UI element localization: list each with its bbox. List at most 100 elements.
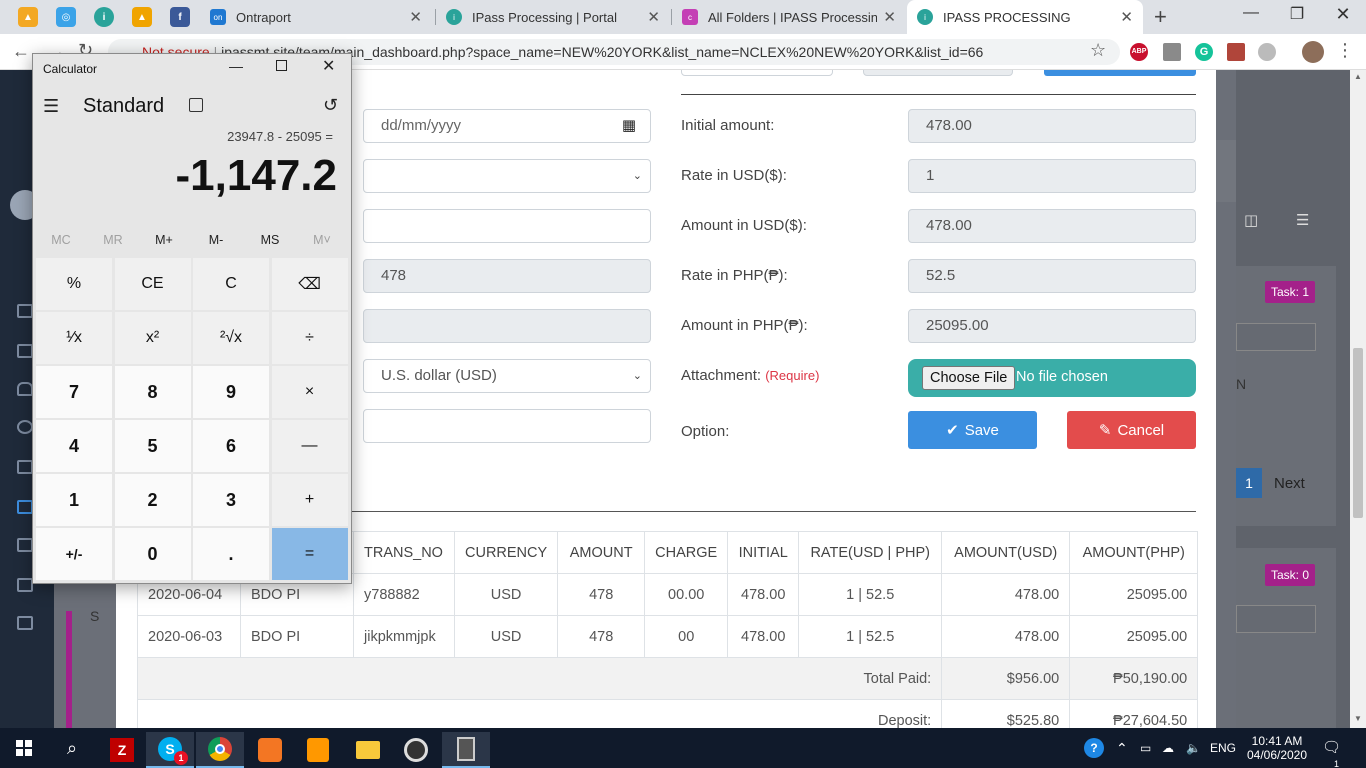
memory-list-button[interactable]: M˅	[296, 233, 348, 247]
volume-icon[interactable]: 🔈	[1186, 728, 1201, 768]
scroll-down-icon[interactable]: ▼	[1354, 714, 1362, 723]
pagination-current[interactable]: 1	[1236, 468, 1262, 498]
start-windows-icon[interactable]	[0, 728, 48, 768]
digit-2-button[interactable]: 2	[114, 474, 191, 526]
language-indicator[interactable]: ENG	[1210, 728, 1236, 768]
rate-usd-field[interactable]: 1	[908, 159, 1196, 193]
close-tab-icon[interactable]: ✕	[647, 8, 660, 26]
calendar-icon[interactable]: ▦	[622, 110, 636, 142]
trans-no-input[interactable]	[363, 209, 651, 243]
trash-icon[interactable]	[17, 578, 33, 592]
memory-add-button[interactable]: M+	[138, 233, 190, 247]
pinned-tab-app-icon[interactable]: ◎	[56, 7, 76, 27]
tab-ontraport[interactable]: on Ontraport ✕	[200, 0, 432, 34]
digit-7-button[interactable]: 7	[36, 366, 112, 418]
bookmark-star-icon[interactable]: ☆	[1090, 40, 1106, 61]
pinned-tab-facebook-icon[interactable]: f	[170, 7, 190, 27]
digit-5-button[interactable]: 5	[114, 420, 191, 472]
memory-subtract-button[interactable]: M-	[190, 233, 242, 247]
rate-php-field[interactable]: 52.5	[908, 259, 1196, 293]
calculator-taskbar-icon[interactable]	[442, 732, 490, 768]
history-icon[interactable]: ↺	[323, 95, 338, 116]
pdf-icon[interactable]	[1227, 43, 1245, 61]
decimal-button[interactable]: .	[193, 528, 269, 580]
square-button[interactable]: x²	[114, 312, 191, 364]
id-card-icon[interactable]	[17, 460, 33, 474]
tab-all-folders[interactable]: c All Folders | IPASS Processing (Li ✕	[672, 0, 906, 34]
clear-entry-button[interactable]: CE	[114, 258, 191, 310]
bell-icon[interactable]	[17, 382, 33, 396]
table-row[interactable]: 2020-06-03 BDO PI jikpkmmjpk USD 478 00 …	[137, 615, 1199, 658]
help-icon[interactable]: ?	[1084, 738, 1104, 758]
divide-button[interactable]: ÷	[271, 312, 348, 364]
remarks-input[interactable]	[363, 409, 651, 443]
hamburger-menu-icon[interactable]: ☰	[43, 96, 59, 117]
choose-file-button[interactable]: Choose File	[922, 366, 1016, 390]
cancel-button[interactable]: ✎ Cancel	[1067, 411, 1196, 449]
digit-0-button[interactable]: 0	[114, 528, 191, 580]
close-icon[interactable]: ✕	[322, 56, 335, 76]
search-box[interactable]	[1236, 605, 1316, 633]
pinned-tab-ipass-icon[interactable]: ▲	[18, 7, 38, 27]
initial-amount-field[interactable]: 478.00	[908, 109, 1196, 143]
restore-icon[interactable]: ❐	[1274, 4, 1320, 24]
add-button[interactable]: +	[271, 474, 348, 526]
scroll-up-icon[interactable]: ▲	[1354, 72, 1362, 81]
clear-button[interactable]: C	[193, 258, 269, 310]
maximize-icon[interactable]	[276, 60, 287, 71]
search-icon[interactable]: ⌕	[48, 728, 96, 768]
date-input[interactable]: dd/mm/yyyy ▦	[363, 109, 651, 143]
calendar-icon[interactable]	[17, 538, 33, 552]
top-field-1[interactable]	[681, 70, 833, 76]
logout-icon[interactable]	[17, 616, 33, 630]
grammarly-icon[interactable]: G	[1195, 43, 1213, 61]
clock[interactable]: 10:41 AM 04/06/2020	[1246, 728, 1308, 768]
globe-icon[interactable]	[1258, 43, 1276, 61]
tab-ipass-processing[interactable]: i IPASS PROCESSING ✕	[907, 0, 1143, 34]
profile-avatar[interactable]	[1302, 41, 1324, 63]
reciprocal-button[interactable]: ¹⁄x	[36, 312, 112, 364]
keep-on-top-icon[interactable]	[189, 98, 203, 112]
digit-9-button[interactable]: 9	[193, 366, 269, 418]
skype-icon[interactable]: S 1	[146, 732, 194, 768]
digit-6-button[interactable]: 6	[193, 420, 269, 472]
digit-8-button[interactable]: 8	[114, 366, 191, 418]
backspace-button[interactable]: ⌫	[271, 258, 348, 310]
tab-ipass-portal[interactable]: i IPass Processing | Portal ✕	[436, 0, 670, 34]
amount-usd-field[interactable]: 478.00	[908, 209, 1196, 243]
grid-icon[interactable]	[17, 500, 33, 514]
close-window-icon[interactable]: ✕	[1320, 4, 1366, 25]
minimize-icon[interactable]: —	[1228, 4, 1274, 22]
pagination-next[interactable]: Next	[1274, 475, 1305, 492]
subtract-button[interactable]: —	[271, 420, 348, 472]
close-tab-icon[interactable]: ✕	[409, 8, 422, 26]
notification-center-icon[interactable]: 🗨 1	[1322, 728, 1341, 768]
adblock-icon[interactable]: ABP	[1130, 43, 1148, 61]
digit-3-button[interactable]: 3	[193, 474, 269, 526]
currency-select[interactable]: U.S. dollar (USD) ⌄	[363, 359, 651, 393]
filezilla-icon[interactable]: Z	[98, 732, 146, 768]
square-root-button[interactable]: ²√x	[193, 312, 269, 364]
amount-input[interactable]: 478	[363, 259, 651, 293]
amount-php-field[interactable]: 25095.00	[908, 309, 1196, 343]
xampp-icon[interactable]	[246, 732, 294, 768]
back-arrow-icon[interactable]: ←	[12, 41, 30, 62]
search-box[interactable]	[1236, 323, 1316, 351]
chevron-up-icon[interactable]: ⌃	[1116, 728, 1128, 768]
pinned-tab-drive-icon[interactable]: ▲	[132, 7, 152, 27]
percent-button[interactable]: %	[36, 258, 112, 310]
top-button[interactable]	[1044, 70, 1196, 76]
chrome-icon[interactable]	[196, 732, 244, 768]
mail-icon[interactable]	[17, 344, 33, 358]
users-icon[interactable]	[17, 420, 33, 434]
close-tab-icon[interactable]: ✕	[883, 8, 896, 26]
negate-button[interactable]: +/-	[36, 528, 112, 580]
digit-1-button[interactable]: 1	[36, 474, 112, 526]
file-input[interactable]: Choose File No file chosen	[908, 359, 1196, 397]
briefcase-icon[interactable]	[17, 304, 33, 318]
equals-button[interactable]: =	[271, 528, 348, 580]
memory-clear-button[interactable]: MC	[35, 233, 87, 247]
sublime-icon[interactable]	[294, 732, 342, 768]
new-tab-button[interactable]: +	[1154, 4, 1167, 30]
bank-select[interactable]: ⌄	[363, 159, 651, 193]
